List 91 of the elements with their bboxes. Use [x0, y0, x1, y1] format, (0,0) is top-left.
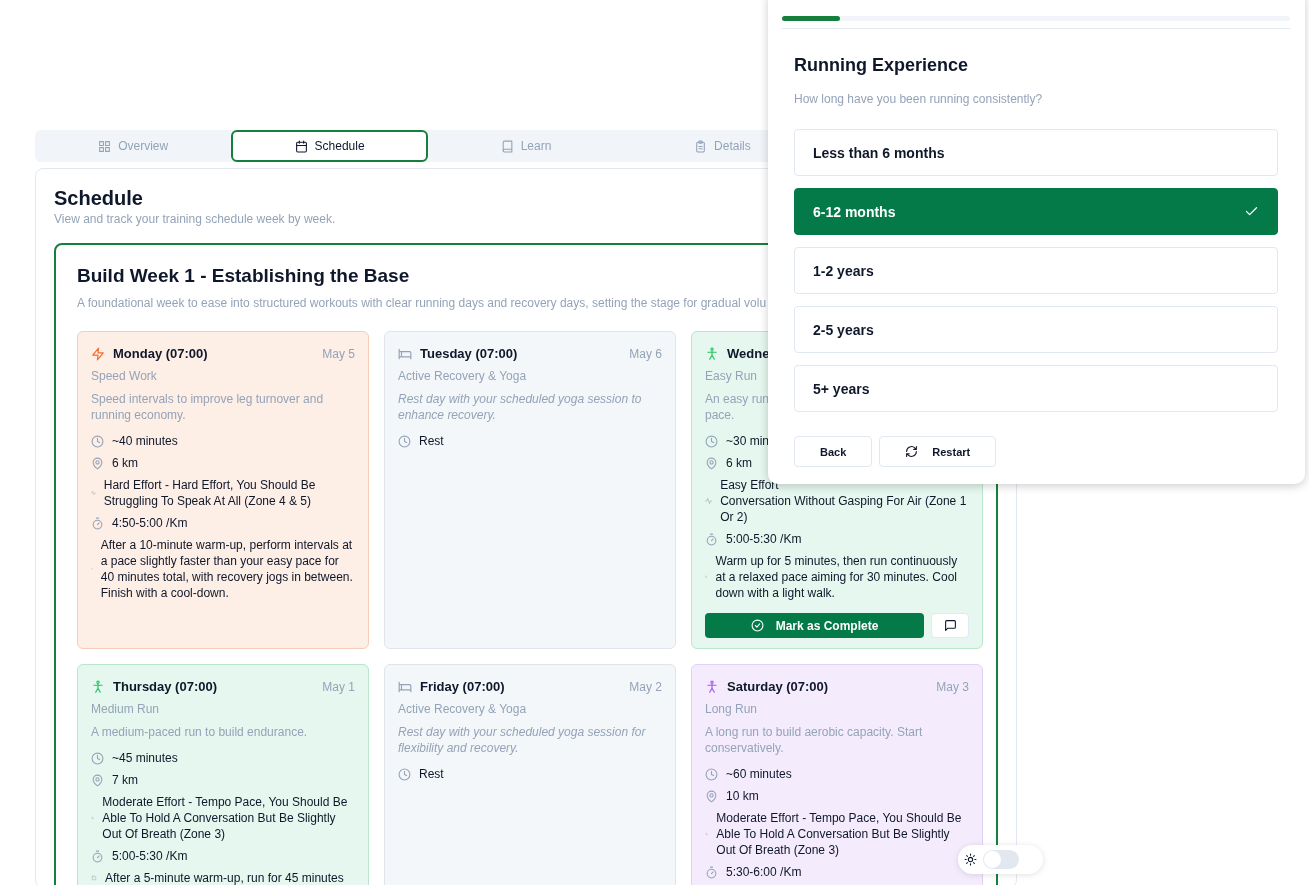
clock-icon	[91, 434, 104, 448]
day-date: May 3	[936, 679, 969, 694]
bed-icon	[398, 346, 412, 361]
workout-detail: Easy Effort Conversation Without Gasping For Air (Zone 1 Or 2)	[720, 477, 968, 525]
day-title: Tuesday (07:00)	[420, 346, 519, 361]
calendar-icon	[294, 139, 308, 153]
answer-option[interactable]: 1-2 years	[794, 247, 1278, 294]
sun-icon	[964, 853, 977, 866]
workout-type: Speed Work	[91, 369, 158, 383]
grid-icon	[98, 139, 112, 153]
clock-icon	[398, 434, 411, 448]
pin-icon	[705, 789, 718, 803]
workout-description: Rest day with your scheduled yoga session for flexibility and recovery.	[398, 724, 647, 756]
answer-option[interactable]: Less than 6 months	[794, 129, 1278, 176]
workout-detail: Hard Effort - Hard Effort, You Should Be Struggling To Speak At All (Zone 4 & 5)	[103, 477, 317, 509]
day-date: May 5	[322, 346, 355, 361]
workout-detail: Rest	[419, 433, 444, 449]
workout-type: Easy Run	[705, 369, 759, 383]
page-title: Schedule	[54, 187, 144, 210]
workout-type: Active Recovery & Yoga	[398, 369, 528, 383]
clock-icon	[705, 434, 718, 448]
question-title: Running Experience	[794, 55, 970, 76]
question-text: How long have you been running consistently?	[794, 92, 1044, 106]
workout-detail: 5:30-6:00 /Km	[726, 864, 802, 880]
lightning-icon	[91, 346, 105, 361]
clock-icon	[91, 751, 104, 765]
day-title: Saturday (07:00)	[727, 679, 830, 694]
workout-description: An easy run pace.	[705, 391, 770, 423]
workout-detail: 5:00-5:30 /Km	[726, 531, 802, 547]
week-description: A foundational week to ease into structured workouts with clear running days and recovery days, setting the stage for gradual volu	[77, 296, 767, 310]
theme-switch[interactable]	[983, 850, 1019, 869]
note-icon	[91, 875, 97, 881]
bed-icon	[398, 679, 412, 694]
workout-detail: 4:50-5:00 /Km	[112, 515, 188, 531]
day-date: May 6	[629, 346, 662, 361]
workout-detail: 6 km	[726, 455, 752, 471]
day-date: May 2	[629, 679, 662, 694]
answer-option[interactable]: 6-12 months	[794, 188, 1278, 235]
workout-detail: Rest	[419, 766, 444, 782]
check-circle-icon	[750, 619, 764, 632]
pulse-icon	[91, 489, 96, 497]
person-icon	[705, 679, 719, 694]
pin-icon	[91, 456, 104, 470]
refresh-icon	[905, 445, 919, 458]
day-date: May 1	[322, 679, 355, 694]
person-icon	[705, 346, 719, 361]
pin-icon	[91, 773, 104, 787]
workout-description: A long run to build aerobic capacity. Start conservatively.	[705, 724, 924, 756]
workout-detail: Moderate Effort - Tempo Pace, You Should Be Able To Hold A Conversation But Be Slightly Out Of Breath (Zone 3)	[102, 794, 349, 842]
stopwatch-icon	[705, 865, 718, 879]
comment-button[interactable]	[931, 613, 969, 638]
workout-detail: 6 km	[112, 455, 138, 471]
workout-detail: After a 10-minute warm-up, perform intervals at a pace slightly faster than your easy pace for 40 minutes total, with recovery jogs in between. Finish with a cool-down.	[100, 537, 354, 601]
workout-description: Rest day with your scheduled yoga session to enhance recovery.	[398, 391, 643, 423]
day-title: Monday (07:00)	[113, 346, 209, 361]
answer-option[interactable]: 5+ years	[794, 365, 1278, 412]
workout-description: Speed intervals to improve leg turnover and running economy.	[91, 391, 325, 423]
mark-complete-button[interactable]: Mark as Complete	[705, 613, 924, 638]
stopwatch-icon	[91, 849, 104, 863]
day-title: Friday (07:00)	[420, 679, 506, 694]
clipboard-icon	[694, 139, 708, 153]
workout-detail: 5:00-5:30 /Km	[112, 848, 188, 864]
chat-icon	[943, 619, 957, 632]
workout-detail: ~40 minutes	[112, 433, 178, 449]
person-icon	[91, 679, 105, 694]
clock-icon	[398, 767, 411, 781]
workout-detail: Warm up for 5 minutes, then run continuously at a relaxed pace aiming for 30 minutes. Cool down with a light walk.	[715, 553, 959, 601]
stopwatch-icon	[91, 516, 104, 530]
stopwatch-icon	[705, 532, 718, 546]
workout-type: Medium Run	[91, 702, 161, 716]
workout-detail: 7 km	[112, 772, 138, 788]
pin-icon	[705, 456, 718, 470]
workout-detail: After a 5-minute warm-up, run for 45 minutes	[105, 870, 344, 885]
workout-description: A medium-paced run to build endurance.	[91, 724, 308, 740]
workout-type: Active Recovery & Yoga	[398, 702, 528, 716]
workout-detail: ~60 minutes	[726, 766, 792, 782]
day-title: Thursday (07:00)	[113, 679, 219, 694]
tab[interactable]: Schedule	[231, 130, 428, 162]
clock-icon	[705, 767, 718, 781]
answer-option[interactable]: 2-5 years	[794, 306, 1278, 353]
day-title: Wedne	[727, 346, 771, 361]
restart-button[interactable]: Restart	[879, 436, 997, 467]
workout-detail: ~45 minutes	[112, 750, 178, 766]
workout-detail: Moderate Effort - Tempo Pace, You Should Be Able To Hold A Conversation But Be Slightly Out Of Breath (Zone 3)	[716, 810, 963, 858]
pulse-icon	[705, 497, 713, 505]
back-button[interactable]: Back	[794, 436, 873, 467]
workout-type: Long Run	[705, 702, 759, 716]
workout-detail: 10 km	[726, 788, 759, 804]
workout-detail: ~30 min	[726, 433, 770, 449]
week-title: Build Week 1 - Establishing the Base	[77, 265, 410, 287]
book-icon	[500, 139, 514, 153]
